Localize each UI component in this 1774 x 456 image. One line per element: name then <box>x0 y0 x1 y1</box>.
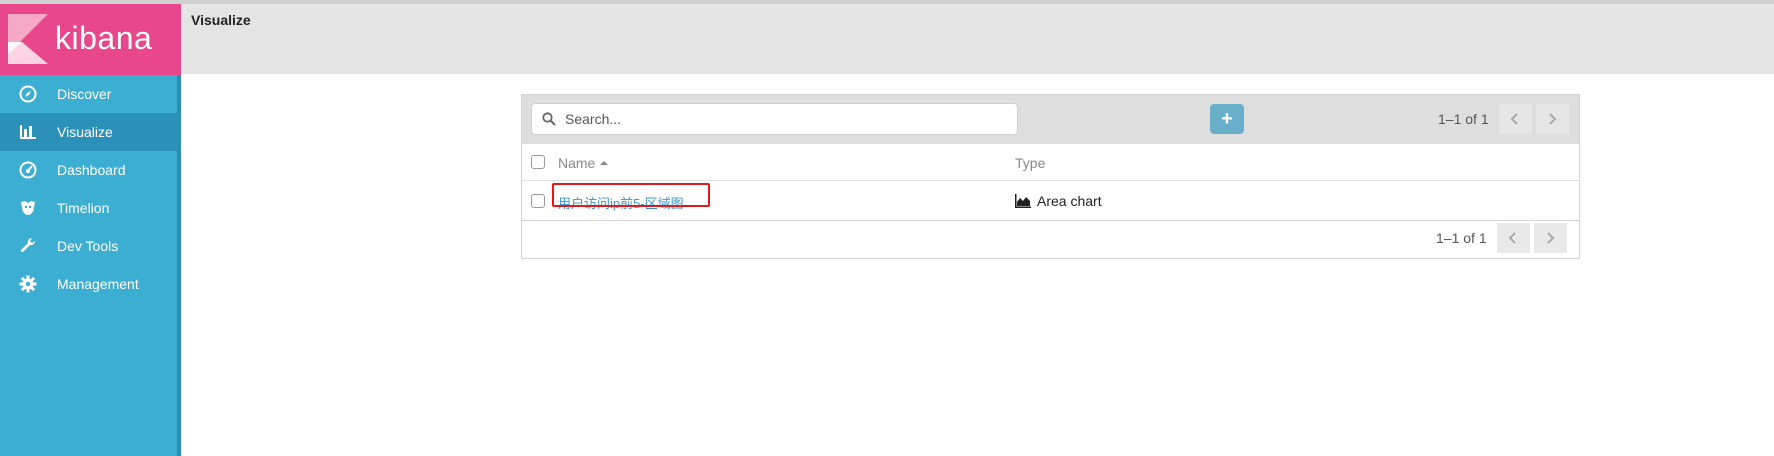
column-header-name-label: Name <box>558 155 596 171</box>
sidebar-item-label: Dashboard <box>57 162 126 178</box>
sidebar-item-visualize[interactable]: Visualize <box>0 113 177 151</box>
sidebar-item-label: Dev Tools <box>57 238 119 254</box>
previous-page-button[interactable] <box>1498 104 1532 134</box>
kibana-logo[interactable]: kibana <box>0 4 181 75</box>
chevron-left-icon <box>1510 113 1518 125</box>
page-header: Visualize <box>181 4 1774 74</box>
search-box <box>531 103 1018 135</box>
table-row: 用户访问ip前5-区域图 Area chart <box>522 181 1579 221</box>
next-page-button[interactable] <box>1535 104 1569 134</box>
toolbar: + 1–1 of 1 <box>522 95 1579 144</box>
select-all-checkbox[interactable] <box>531 155 545 169</box>
gear-icon <box>18 274 38 294</box>
sidebar-item-dashboard[interactable]: Dashboard <box>0 151 177 189</box>
visualization-type: Area chart <box>1015 193 1102 209</box>
bar-chart-icon <box>18 122 38 142</box>
previous-page-button[interactable] <box>1496 223 1530 253</box>
chevron-left-icon <box>1508 232 1516 244</box>
row-checkbox[interactable] <box>531 194 545 208</box>
sidebar-item-label: Timelion <box>57 200 110 216</box>
add-visualization-button[interactable]: + <box>1210 104 1244 134</box>
gauge-icon <box>18 160 38 180</box>
sidebar-item-label: Management <box>57 276 139 292</box>
visualizations-panel: + 1–1 of 1 Name Type 用户访问ip前5-区域图 Area c… <box>521 94 1580 259</box>
sort-ascending-icon <box>600 161 609 165</box>
pagination-text: 1–1 of 1 <box>1438 111 1489 127</box>
top-pagination: 1–1 of 1 <box>1438 104 1569 134</box>
chevron-right-icon <box>1547 232 1555 244</box>
kibana-logo-icon <box>8 14 48 64</box>
logo-text: kibana <box>55 20 153 56</box>
sidebar-item-timelion[interactable]: Timelion <box>0 189 177 227</box>
sidebar-item-management[interactable]: Management <box>0 265 177 303</box>
table-header: Name Type <box>522 144 1579 181</box>
sidebar-item-label: Visualize <box>57 124 113 140</box>
highlight-box <box>552 183 710 207</box>
sidebar-item-discover[interactable]: Discover <box>0 75 177 113</box>
column-header-name[interactable]: Name <box>558 155 609 171</box>
bottom-pagination: 1–1 of 1 <box>1436 223 1567 253</box>
column-header-type: Type <box>1015 155 1046 171</box>
page-title: Visualize <box>191 12 251 28</box>
compass-icon <box>18 84 38 104</box>
chevron-right-icon <box>1549 113 1557 125</box>
timelion-icon <box>18 198 38 218</box>
sidebar: kibana Discover Visualize Dashboard Time… <box>0 4 181 456</box>
next-page-button[interactable] <box>1533 223 1567 253</box>
sidebar-nav: Discover Visualize Dashboard Timelion De… <box>0 75 177 303</box>
search-icon <box>542 112 556 126</box>
sidebar-item-label: Discover <box>57 86 112 102</box>
area-chart-icon <box>1015 194 1031 208</box>
search-input[interactable] <box>563 110 1007 128</box>
sidebar-item-dev-tools[interactable]: Dev Tools <box>0 227 177 265</box>
wrench-icon <box>18 236 38 256</box>
visualization-type-label: Area chart <box>1037 193 1102 209</box>
pagination-text: 1–1 of 1 <box>1436 230 1487 246</box>
